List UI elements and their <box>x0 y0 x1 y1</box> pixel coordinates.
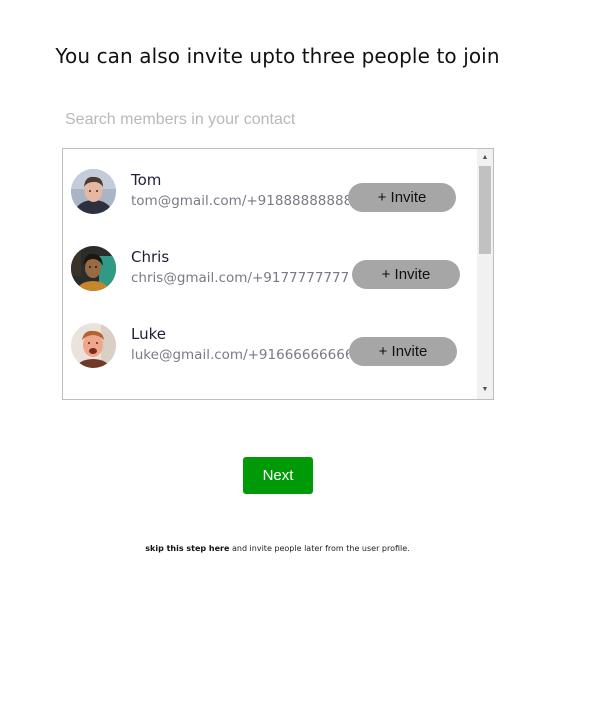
avatar-luke-icon <box>71 323 116 368</box>
avatar <box>71 169 116 214</box>
invite-button-luke[interactable]: + Invite <box>349 337 457 366</box>
invite-button-chris[interactable]: + Invite <box>352 260 460 289</box>
scrollbar-thumb[interactable] <box>479 166 491 254</box>
skip-message-text: and invite people later from the user pr… <box>229 544 410 553</box>
scroll-up-arrow-icon[interactable]: ▲ <box>477 151 493 165</box>
skip-step-link[interactable]: skip this step here <box>145 544 229 553</box>
avatar <box>71 323 116 368</box>
contact-list: Tom tom@gmail.com/+918888888888 + Invite… <box>62 148 494 400</box>
skip-message: skip this step here and invite people la… <box>0 544 555 553</box>
avatar <box>71 246 116 291</box>
avatar-tom-icon <box>71 169 116 214</box>
invite-button-tom[interactable]: + Invite <box>348 183 456 212</box>
avatar-chris-icon <box>71 246 116 291</box>
scrollbar[interactable]: ▲ ▼ <box>477 149 493 399</box>
contact-details: chris@gmail.com/+917777777777 <box>131 270 349 286</box>
contact-row-chris: Chris chris@gmail.com/+917777777777 + In… <box>63 240 477 300</box>
contact-name: Luke <box>131 325 166 343</box>
contact-name: Chris <box>131 248 170 266</box>
contact-name: Tom <box>131 171 162 189</box>
page-title: You can also invite upto three people to… <box>55 44 500 68</box>
contact-details: tom@gmail.com/+918888888888 <box>131 193 349 209</box>
contact-row-luke: Luke luke@gmail.com/+916666666666 + Invi… <box>63 317 477 377</box>
scroll-down-arrow-icon[interactable]: ▼ <box>477 383 493 397</box>
next-button[interactable]: Next <box>243 457 313 494</box>
search-input[interactable] <box>62 106 495 134</box>
contact-row-tom: Tom tom@gmail.com/+918888888888 + Invite <box>63 163 477 223</box>
contact-details: luke@gmail.com/+916666666666 <box>131 347 349 363</box>
